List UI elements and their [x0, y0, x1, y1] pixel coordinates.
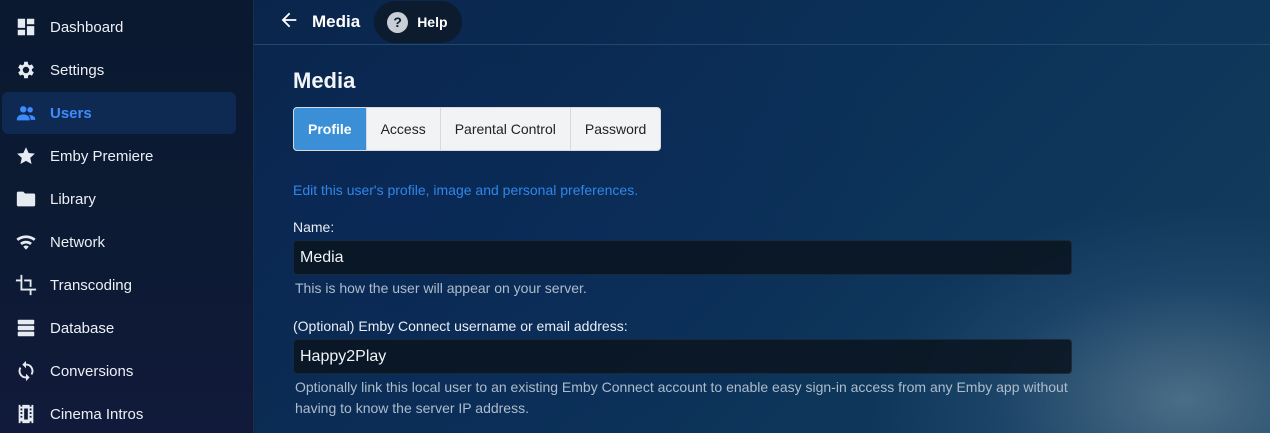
sidebar-item-cinema-intros[interactable]: Cinema Intros	[2, 393, 236, 433]
main-panel: Media ? Help Media Profile Access Parent…	[254, 0, 1270, 433]
back-arrow-icon[interactable]	[278, 9, 300, 36]
sync-icon	[15, 360, 37, 382]
gear-icon	[15, 59, 37, 81]
tab-parental-control[interactable]: Parental Control	[441, 108, 571, 150]
database-icon	[15, 317, 37, 339]
sidebar-item-emby-premiere[interactable]: Emby Premiere	[2, 135, 236, 177]
emby-connect-input[interactable]	[293, 339, 1072, 374]
page-description: Edit this user's profile, image and pers…	[293, 182, 639, 198]
content-area: Media Profile Access Parental Control Pa…	[293, 68, 1073, 431]
tab-profile[interactable]: Profile	[294, 108, 367, 150]
dashboard-icon	[15, 16, 37, 38]
sidebar-item-settings[interactable]: Settings	[2, 49, 236, 91]
sidebar-item-transcoding[interactable]: Transcoding	[2, 264, 236, 306]
sidebar-item-label: Cinema Intros	[50, 405, 144, 423]
name-help-text: This is how the user will appear on your…	[295, 280, 587, 296]
page-title: Media	[293, 68, 356, 93]
wifi-icon	[15, 231, 37, 253]
sidebar-item-label: Library	[50, 190, 96, 208]
tab-password[interactable]: Password	[571, 108, 660, 150]
sidebar: Dashboard Settings Users Emby Premiere L…	[0, 0, 254, 433]
sidebar-item-label: Transcoding	[50, 276, 132, 294]
name-input[interactable]	[293, 240, 1072, 275]
sidebar-item-dashboard[interactable]: Dashboard	[2, 6, 236, 48]
sidebar-item-library[interactable]: Library	[2, 178, 236, 220]
tab-bar: Profile Access Parental Control Password	[293, 107, 662, 151]
folder-icon	[15, 188, 37, 210]
sidebar-item-label: Users	[50, 104, 92, 122]
header-bar: Media ? Help	[254, 0, 1270, 45]
sidebar-item-database[interactable]: Database	[2, 307, 236, 349]
sidebar-item-label: Settings	[50, 61, 105, 79]
sidebar-item-label: Network	[50, 233, 106, 251]
tab-access[interactable]: Access	[367, 108, 441, 150]
help-label: Help	[417, 14, 448, 30]
users-icon	[15, 102, 37, 124]
emby-connect-help-text: Optionally link this local user to an ex…	[295, 379, 1068, 416]
sidebar-item-label: Database	[50, 319, 115, 337]
header-title: Media	[312, 12, 361, 31]
sidebar-item-users[interactable]: Users	[2, 92, 236, 134]
sidebar-item-label: Conversions	[50, 362, 134, 380]
crop-icon	[15, 274, 37, 296]
sidebar-item-label: Dashboard	[50, 18, 124, 36]
name-label: Name:	[293, 219, 335, 235]
question-icon: ?	[387, 11, 409, 33]
emby-connect-label: (Optional) Emby Connect username or emai…	[293, 318, 628, 334]
film-icon	[15, 403, 37, 425]
sidebar-item-conversions[interactable]: Conversions	[2, 350, 236, 392]
learn-more-link[interactable]	[295, 421, 1073, 431]
help-button[interactable]: ? Help	[374, 1, 462, 43]
sidebar-item-label: Emby Premiere	[50, 147, 154, 165]
sidebar-item-network[interactable]: Network	[2, 221, 236, 263]
star-icon	[15, 145, 37, 167]
